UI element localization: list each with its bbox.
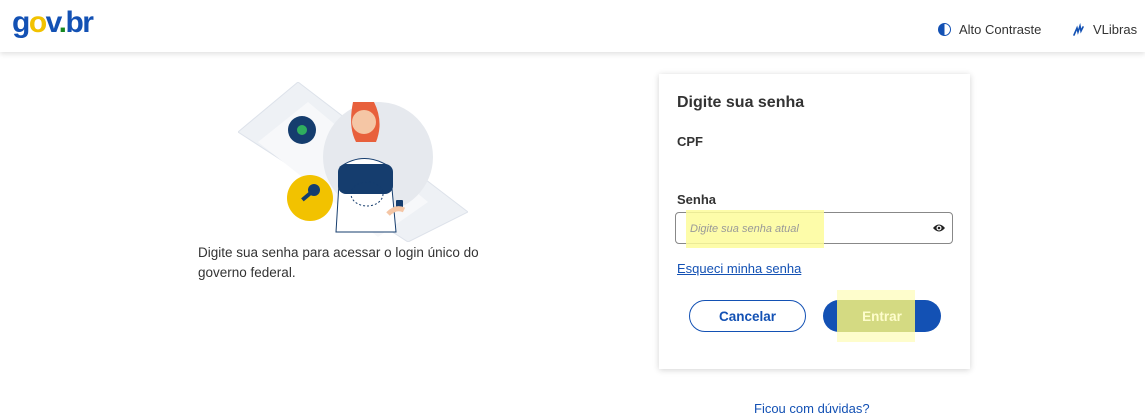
- vlibras-label: VLibras: [1093, 22, 1138, 37]
- contrast-icon: [938, 23, 951, 36]
- cancel-button-label: Cancelar: [718, 308, 777, 324]
- password-input[interactable]: [688, 213, 922, 245]
- password-field-wrapper: [675, 210, 953, 248]
- high-contrast-toggle[interactable]: Alto Contraste: [938, 22, 1041, 37]
- faq-link[interactable]: Ficou com dúvidas?: [754, 401, 870, 416]
- login-illustration: [238, 82, 468, 242]
- intro-text: Digite sua senha para acessar o login ún…: [198, 245, 479, 280]
- libras-hand-icon: [1073, 22, 1084, 36]
- govbr-logo[interactable]: gov.br: [12, 6, 94, 40]
- vlibras-button[interactable]: VLibras: [1071, 22, 1137, 37]
- eye-icon[interactable]: [932, 221, 946, 235]
- top-header: gov.br Alto Contraste VLibras: [0, 0, 1145, 52]
- password-card: Digite sua senha CPF Senha Esqueci minha…: [659, 74, 970, 369]
- forgot-password-link[interactable]: Esqueci minha senha: [677, 261, 801, 276]
- card-title: Digite sua senha: [677, 94, 805, 111]
- annotation-highlight: [837, 290, 915, 342]
- cancel-button[interactable]: Cancelar: [689, 300, 806, 332]
- cpf-label: CPF: [677, 134, 703, 149]
- high-contrast-label: Alto Contraste: [959, 22, 1042, 37]
- password-label: Senha: [677, 192, 717, 207]
